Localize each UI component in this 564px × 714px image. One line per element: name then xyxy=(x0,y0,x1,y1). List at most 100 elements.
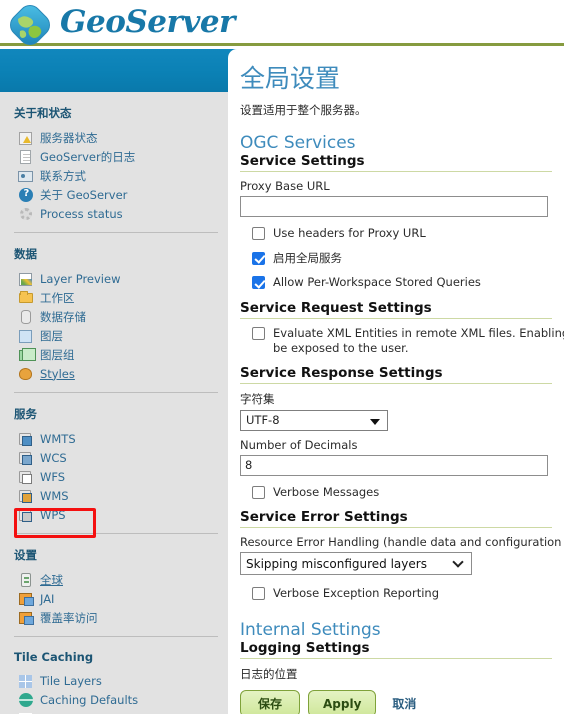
coverage-access-icon xyxy=(18,610,34,626)
tiles-icon xyxy=(18,673,34,689)
subsection-heading-service-settings: Service Settings xyxy=(240,153,365,170)
sidebar-section-title: 设置 xyxy=(14,548,37,562)
evaluate-xml-entities-row[interactable]: Evaluate XML Entities in remote XML file… xyxy=(240,326,564,357)
resource-error-handling-selected-value: Skipping misconfigured layers xyxy=(246,556,427,571)
sidebar-item-jai[interactable]: JAI xyxy=(0,589,228,608)
divider xyxy=(240,317,552,319)
sidebar-item-label: 全球 xyxy=(40,572,63,587)
sidebar-item-styles[interactable]: Styles xyxy=(0,364,228,383)
enable-global-services-checkbox[interactable] xyxy=(252,251,265,265)
number-of-decimals-input[interactable] xyxy=(240,454,548,476)
allow-per-workspace-stored-queries-label: Allow Per-Workspace Stored Queries xyxy=(273,275,481,290)
cache-globe-icon xyxy=(18,692,34,708)
sidebar-item-label: Process status xyxy=(40,206,123,221)
sidebar-item-wms[interactable]: WMS xyxy=(0,486,228,505)
enable-global-services-row[interactable]: 启用全局服务 xyxy=(240,251,564,267)
sidebar-section: 服务 WMTS WCS WFS WMS WPS xyxy=(0,393,228,534)
use-headers-for-proxy-row[interactable]: Use headers for Proxy URL xyxy=(240,226,564,242)
sidebar-item-label: Tile Layers xyxy=(40,673,102,688)
service-wcs-icon xyxy=(18,450,34,466)
sidebar-item-process-status[interactable]: Process status xyxy=(0,204,228,223)
sidebar-item-label: 数据存储 xyxy=(40,309,86,324)
verbose-exception-reporting-row[interactable]: Verbose Exception Reporting xyxy=(240,586,564,602)
apply-button[interactable]: Apply xyxy=(308,690,377,714)
charset-label: 字符集 xyxy=(240,391,275,406)
sidebar-section-title: Tile Caching xyxy=(14,650,94,664)
proxy-base-url-input[interactable] xyxy=(240,196,548,218)
resource-error-handling-label: Resource Error Handling (handle data and… xyxy=(240,535,564,550)
allow-per-workspace-stored-queries-row[interactable]: Allow Per-Workspace Stored Queries xyxy=(240,275,564,291)
sidebar-item-[interactable]: 图层 xyxy=(0,326,228,345)
sidebar-item-[interactable]: 数据存储 xyxy=(0,307,228,326)
layer-group-icon xyxy=(18,347,36,363)
layer-icon xyxy=(18,328,34,344)
form-actions: 保存 Apply 取消 xyxy=(240,690,564,714)
sidebar-item-[interactable]: 联系方式 xyxy=(0,166,228,185)
verbose-messages-checkbox[interactable] xyxy=(252,485,265,499)
geoserver-admin-page: GeoServer 关于和状态服务器状态 GeoServer的日志联系方式关于 G… xyxy=(0,0,564,714)
enable-global-services-label: 启用全局服务 xyxy=(273,250,342,265)
subsection-heading-service-error-settings: Service Error Settings xyxy=(240,509,408,526)
sidebar-section-title: 服务 xyxy=(14,407,37,421)
sidebar-item-label: 图层组 xyxy=(40,347,75,362)
sidebar-item-[interactable]: 覆盖率访问 xyxy=(0,608,228,627)
sidebar-section: 数据 Layer Preview 工作区 数据存储 图层 图层组 Styles xyxy=(0,233,228,393)
log-location-label: 日志的位置 xyxy=(240,667,298,682)
sidebar-item-label: 联系方式 xyxy=(40,168,86,183)
page-title: 全局设置 xyxy=(240,64,341,93)
sidebar-item-label: 图层 xyxy=(40,328,63,343)
verbose-messages-label: Verbose Messages xyxy=(273,484,380,499)
divider xyxy=(240,171,552,173)
charset-select[interactable]: UTF-8 xyxy=(240,409,388,431)
sidebar-item-label: Caching Defaults xyxy=(40,692,139,707)
sidebar-item-tile-layers[interactable]: Tile Layers xyxy=(0,671,228,690)
sidebar-item-wps[interactable]: WPS xyxy=(0,505,228,524)
allow-per-workspace-stored-queries-checkbox[interactable] xyxy=(252,276,265,290)
page-subtitle: 设置适用于整个服务器。 xyxy=(240,102,367,117)
sidebar-item-wcs[interactable]: WCS xyxy=(0,448,228,467)
sidebar-item-wfs[interactable]: WFS xyxy=(0,467,228,486)
sidebar-item-label: WFS xyxy=(40,469,66,484)
evaluate-xml-entities-checkbox[interactable] xyxy=(252,326,265,340)
document-icon xyxy=(18,149,34,165)
subsection-heading-service-response-settings: Service Response Settings xyxy=(240,364,443,381)
sidebar-item-label: 覆盖率访问 xyxy=(40,610,98,625)
sidebar-item-[interactable]: 服务器状态 xyxy=(0,128,228,147)
use-headers-for-proxy-checkbox[interactable] xyxy=(252,227,265,241)
divider xyxy=(240,382,552,384)
verbose-exception-reporting-checkbox[interactable] xyxy=(252,587,265,601)
sidebar-item-layer-preview[interactable]: Layer Preview xyxy=(0,269,228,288)
sidebar-item-wmts[interactable]: WMTS xyxy=(0,429,228,448)
sidebar-item-[interactable]: 全球 xyxy=(0,570,228,589)
sidebar-item-label: Layer Preview xyxy=(40,271,121,286)
chevron-down-icon xyxy=(370,418,380,425)
resource-error-handling-select[interactable]: Skipping misconfigured layers xyxy=(240,552,472,576)
cancel-link[interactable]: 取消 xyxy=(392,695,416,712)
sidebar-item-label: 关于 GeoServer xyxy=(40,187,128,202)
section-heading-ogc-services: OGC Services xyxy=(240,132,356,153)
save-button[interactable]: 保存 xyxy=(240,690,300,714)
verbose-messages-row[interactable]: Verbose Messages xyxy=(240,485,564,501)
number-of-decimals-label: Number of Decimals xyxy=(240,437,358,452)
proxy-base-url-label: Proxy Base URL xyxy=(240,179,330,194)
sidebar-section: Tile Caching Tile Layers Caching Defaults G… xyxy=(0,637,228,714)
sidebar-item-[interactable]: 工作区 xyxy=(0,288,228,307)
palette-icon xyxy=(18,366,34,382)
divider xyxy=(240,527,552,529)
sidebar-item-geoserver[interactable]: 关于 GeoServer xyxy=(0,185,228,204)
divider xyxy=(240,658,552,660)
sidebar-item-[interactable]: 图层组 xyxy=(0,345,228,364)
use-headers-for-proxy-label: Use headers for Proxy URL xyxy=(273,226,426,241)
sidebar-section: 关于和状态服务器状态 GeoServer的日志联系方式关于 GeoServer Pr… xyxy=(0,92,228,233)
main-panel: 全局设置 设置适用于整个服务器。 OGC Services Service Se… xyxy=(228,49,564,714)
sidebar-item-caching-defaults[interactable]: Caching Defaults xyxy=(0,690,228,709)
info-circle-icon xyxy=(18,187,34,203)
sidebar-item-geoserver[interactable]: GeoServer的日志 xyxy=(0,147,228,166)
sidebar-section: 设置 全球 JAI 覆盖率访问 xyxy=(0,534,228,637)
sidebar-item-gridsets[interactable]: Gridsets xyxy=(0,709,228,714)
server-status-icon xyxy=(18,130,34,146)
gridset-icon xyxy=(18,711,34,714)
database-cylinder-icon xyxy=(18,309,34,325)
sidebar-item-label: WCS xyxy=(40,450,67,465)
service-wfs-icon xyxy=(18,469,34,485)
